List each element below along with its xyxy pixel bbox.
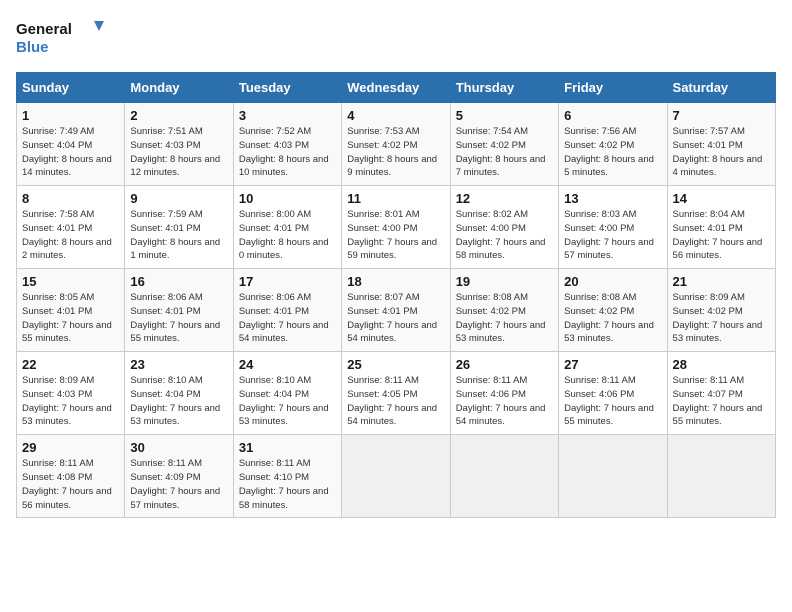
calendar-day-21: 21Sunrise: 8:09 AMSunset: 4:02 PMDayligh… <box>667 269 775 352</box>
weekday-header-sunday: Sunday <box>17 73 125 103</box>
calendar-day-empty-w4c4 <box>450 435 558 518</box>
calendar-day-9: 9Sunrise: 7:59 AMSunset: 4:01 PMDaylight… <box>125 186 233 269</box>
calendar-day-13: 13Sunrise: 8:03 AMSunset: 4:00 PMDayligh… <box>559 186 667 269</box>
weekday-header-wednesday: Wednesday <box>342 73 450 103</box>
calendar-day-3: 3Sunrise: 7:52 AMSunset: 4:03 PMDaylight… <box>233 103 341 186</box>
calendar-week-1: 8Sunrise: 7:58 AMSunset: 4:01 PMDaylight… <box>17 186 776 269</box>
calendar-day-18: 18Sunrise: 8:07 AMSunset: 4:01 PMDayligh… <box>342 269 450 352</box>
logo-icon: General Blue <box>16 16 106 60</box>
page-header: General Blue <box>16 16 776 60</box>
calendar-week-3: 22Sunrise: 8:09 AMSunset: 4:03 PMDayligh… <box>17 352 776 435</box>
calendar-table: SundayMondayTuesdayWednesdayThursdayFrid… <box>16 72 776 518</box>
calendar-day-12: 12Sunrise: 8:02 AMSunset: 4:00 PMDayligh… <box>450 186 558 269</box>
calendar-day-30: 30Sunrise: 8:11 AMSunset: 4:09 PMDayligh… <box>125 435 233 518</box>
calendar-day-8: 8Sunrise: 7:58 AMSunset: 4:01 PMDaylight… <box>17 186 125 269</box>
calendar-day-7: 7Sunrise: 7:57 AMSunset: 4:01 PMDaylight… <box>667 103 775 186</box>
calendar-day-20: 20Sunrise: 8:08 AMSunset: 4:02 PMDayligh… <box>559 269 667 352</box>
calendar-day-empty-w4c3 <box>342 435 450 518</box>
calendar-day-2: 2Sunrise: 7:51 AMSunset: 4:03 PMDaylight… <box>125 103 233 186</box>
weekday-header-saturday: Saturday <box>667 73 775 103</box>
calendar-day-14: 14Sunrise: 8:04 AMSunset: 4:01 PMDayligh… <box>667 186 775 269</box>
calendar-day-4: 4Sunrise: 7:53 AMSunset: 4:02 PMDaylight… <box>342 103 450 186</box>
calendar-day-28: 28Sunrise: 8:11 AMSunset: 4:07 PMDayligh… <box>667 352 775 435</box>
calendar-day-empty-w4c6 <box>667 435 775 518</box>
calendar-day-25: 25Sunrise: 8:11 AMSunset: 4:05 PMDayligh… <box>342 352 450 435</box>
calendar-day-22: 22Sunrise: 8:09 AMSunset: 4:03 PMDayligh… <box>17 352 125 435</box>
calendar-day-19: 19Sunrise: 8:08 AMSunset: 4:02 PMDayligh… <box>450 269 558 352</box>
calendar-day-11: 11Sunrise: 8:01 AMSunset: 4:00 PMDayligh… <box>342 186 450 269</box>
calendar-day-6: 6Sunrise: 7:56 AMSunset: 4:02 PMDaylight… <box>559 103 667 186</box>
calendar-day-empty-w4c5 <box>559 435 667 518</box>
calendar-day-15: 15Sunrise: 8:05 AMSunset: 4:01 PMDayligh… <box>17 269 125 352</box>
calendar-day-10: 10Sunrise: 8:00 AMSunset: 4:01 PMDayligh… <box>233 186 341 269</box>
weekday-header-thursday: Thursday <box>450 73 558 103</box>
calendar-day-24: 24Sunrise: 8:10 AMSunset: 4:04 PMDayligh… <box>233 352 341 435</box>
calendar-week-2: 15Sunrise: 8:05 AMSunset: 4:01 PMDayligh… <box>17 269 776 352</box>
calendar-day-23: 23Sunrise: 8:10 AMSunset: 4:04 PMDayligh… <box>125 352 233 435</box>
calendar-day-5: 5Sunrise: 7:54 AMSunset: 4:02 PMDaylight… <box>450 103 558 186</box>
weekday-header-monday: Monday <box>125 73 233 103</box>
calendar-day-17: 17Sunrise: 8:06 AMSunset: 4:01 PMDayligh… <box>233 269 341 352</box>
weekday-header-friday: Friday <box>559 73 667 103</box>
weekday-header-tuesday: Tuesday <box>233 73 341 103</box>
calendar-day-29: 29Sunrise: 8:11 AMSunset: 4:08 PMDayligh… <box>17 435 125 518</box>
logo: General Blue <box>16 16 106 60</box>
calendar-day-27: 27Sunrise: 8:11 AMSunset: 4:06 PMDayligh… <box>559 352 667 435</box>
calendar-week-4: 29Sunrise: 8:11 AMSunset: 4:08 PMDayligh… <box>17 435 776 518</box>
svg-text:General: General <box>16 21 72 38</box>
calendar-day-16: 16Sunrise: 8:06 AMSunset: 4:01 PMDayligh… <box>125 269 233 352</box>
calendar-week-0: 1Sunrise: 7:49 AMSunset: 4:04 PMDaylight… <box>17 103 776 186</box>
calendar-day-26: 26Sunrise: 8:11 AMSunset: 4:06 PMDayligh… <box>450 352 558 435</box>
calendar-day-1: 1Sunrise: 7:49 AMSunset: 4:04 PMDaylight… <box>17 103 125 186</box>
calendar-day-31: 31Sunrise: 8:11 AMSunset: 4:10 PMDayligh… <box>233 435 341 518</box>
svg-text:Blue: Blue <box>16 39 49 56</box>
